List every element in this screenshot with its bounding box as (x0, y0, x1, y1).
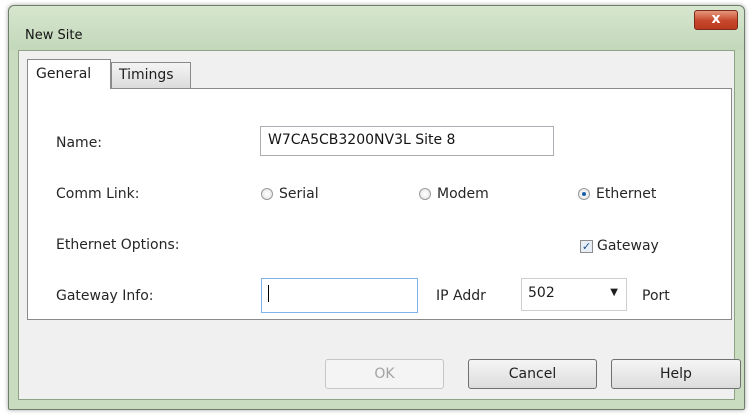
close-icon: x (711, 11, 721, 27)
text-cursor (268, 285, 269, 302)
ok-button[interactable]: OK (325, 359, 444, 389)
gateway-info-label: Gateway Info: (56, 288, 154, 304)
name-field[interactable]: W7CA5CB3200NV3L Site 8 (260, 126, 554, 156)
port-selected-value: 502 (528, 285, 555, 301)
ip-addr-label: IP Addr (436, 288, 486, 304)
general-tab-panel: Name: W7CA5CB3200NV3L Site 8 Comm Link: … (27, 88, 732, 320)
checkbox-checked-icon: ✓ (580, 239, 593, 253)
title-bar[interactable]: New Site x (9, 6, 744, 50)
window-title: New Site (25, 28, 83, 43)
dropdown-arrow-icon: ▼ (610, 287, 618, 298)
help-button[interactable]: Help (611, 359, 741, 389)
radio-icon (261, 188, 273, 200)
radio-label: Modem (437, 186, 489, 202)
port-label: Port (642, 288, 670, 304)
cancel-button[interactable]: Cancel (468, 359, 597, 389)
ethernet-options-label: Ethernet Options: (56, 237, 180, 253)
radio-selected-icon (578, 188, 590, 200)
gateway-checkbox[interactable]: ✓ Gateway (580, 238, 659, 254)
ip-addr-input[interactable] (261, 278, 418, 313)
comm-link-label: Comm Link: (56, 186, 140, 202)
radio-label: Ethernet (596, 186, 657, 202)
radio-label: Serial (279, 186, 319, 202)
dialog-client-area: General Timings Name: W7CA5CB3200NV3L Si… (18, 50, 741, 400)
comm-link-ethernet-radio[interactable]: Ethernet (578, 186, 656, 202)
checkbox-label: Gateway (597, 238, 659, 254)
tab-timings[interactable]: Timings (111, 62, 191, 88)
close-button[interactable]: x (694, 10, 738, 30)
port-select[interactable]: 502 ▼ (521, 278, 627, 311)
comm-link-modem-radio[interactable]: Modem (419, 186, 489, 202)
new-site-dialog: New Site x General Timings Name: W7CA5CB… (8, 5, 745, 410)
radio-icon (419, 188, 431, 200)
name-label: Name: (56, 135, 103, 151)
comm-link-serial-radio[interactable]: Serial (261, 186, 319, 202)
tab-general[interactable]: General (27, 59, 111, 89)
